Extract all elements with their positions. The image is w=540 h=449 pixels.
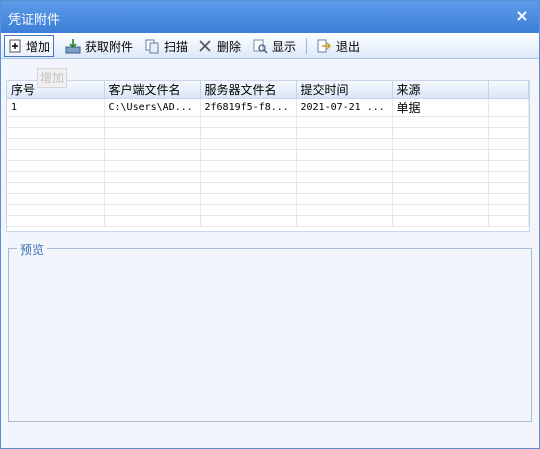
cell-filler [488, 98, 529, 117]
cell-server-filename: 2f6819f5-f8... [200, 98, 297, 117]
empty-row [7, 149, 529, 161]
toolbar-separator [306, 38, 307, 54]
preview-group: 预览 [8, 241, 532, 422]
cell-source: 单据 [392, 98, 489, 117]
tooltip: 增加 [37, 68, 67, 88]
preview-legend: 预览 [17, 241, 48, 258]
toolbar: 增加 获取附件 扫描 删除 显示 退出 [1, 33, 539, 59]
column-header-server-filename[interactable]: 服务器文件名 [200, 81, 297, 99]
cell-seq: 1 [7, 98, 105, 117]
empty-row [7, 127, 529, 139]
add-button[interactable]: 增加 [4, 35, 55, 57]
scan-icon [145, 39, 159, 54]
attachment-grid[interactable]: 序号 客户端文件名 服务器文件名 提交时间 来源 1 C:\Users\AD..… [6, 80, 530, 232]
empty-row [7, 171, 529, 183]
delete-label: 删除 [217, 39, 242, 54]
empty-row [7, 116, 529, 128]
close-icon[interactable]: × [515, 8, 529, 24]
cell-client-filename: C:\Users\AD... [104, 98, 201, 117]
delete-icon [199, 40, 211, 52]
exit-button[interactable]: 退出 [313, 35, 363, 57]
empty-row [7, 138, 529, 150]
empty-row [7, 204, 529, 216]
empty-row [7, 160, 529, 172]
display-icon [253, 39, 268, 54]
grid-header-row: 序号 客户端文件名 服务器文件名 提交时间 来源 [7, 81, 529, 99]
delete-button[interactable]: 删除 [194, 35, 244, 57]
column-header-client-filename[interactable]: 客户端文件名 [104, 81, 201, 99]
column-header-filler [488, 81, 529, 99]
attachment-window: 凭证附件 × 增加 获取附件 扫描 删除 显示 退出 序号 客户端文件名 服务器… [0, 0, 540, 449]
empty-row [7, 215, 529, 227]
column-header-submit-time[interactable]: 提交时间 [296, 81, 393, 99]
add-label: 增加 [26, 39, 51, 54]
cell-submit-time: 2021-07-21 ... [296, 98, 393, 117]
scan-label: 扫描 [164, 39, 189, 54]
window-title: 凭证附件 [8, 13, 61, 28]
empty-row [7, 193, 529, 205]
display-button[interactable]: 显示 [249, 35, 299, 57]
get-attachment-label: 获取附件 [85, 39, 134, 54]
exit-icon [317, 39, 332, 53]
scan-button[interactable]: 扫描 [141, 35, 191, 57]
get-attachment-button[interactable]: 获取附件 [62, 35, 136, 57]
add-icon [9, 39, 21, 53]
display-label: 显示 [272, 39, 297, 54]
column-header-source[interactable]: 来源 [392, 81, 489, 99]
title-bar[interactable]: 凭证附件 × [1, 1, 539, 33]
get-attachment-icon [65, 39, 81, 54]
exit-label: 退出 [336, 39, 361, 54]
table-row[interactable]: 1 C:\Users\AD... 2f6819f5-f8... 2021-07-… [7, 98, 529, 117]
empty-row [7, 182, 529, 194]
